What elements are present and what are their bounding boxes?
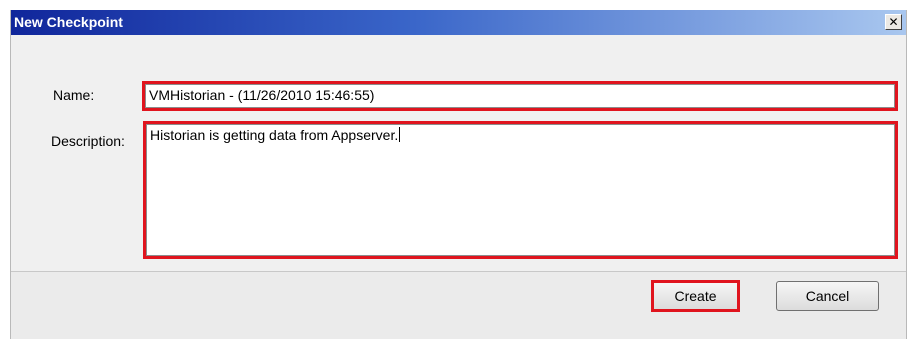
button-footer	[11, 272, 906, 339]
cancel-button[interactable]: Cancel	[776, 281, 879, 311]
name-input-text[interactable]: VMHistorian - (11/26/2010 15:46:55)	[145, 84, 895, 108]
window-title: New Checkpoint	[14, 14, 123, 30]
name-input[interactable]: VMHistorian - (11/26/2010 15:46:55)	[142, 81, 898, 111]
text-caret	[399, 127, 401, 142]
description-textarea[interactable]: Historian is getting data from Appserver…	[143, 121, 898, 259]
create-button[interactable]: Create	[651, 280, 740, 312]
description-textarea-content[interactable]: Historian is getting data from Appserver…	[146, 124, 895, 256]
close-icon: ✕	[888, 15, 899, 29]
name-label: Name:	[53, 87, 95, 103]
close-button[interactable]: ✕	[885, 14, 902, 30]
title-bar[interactable]: New Checkpoint ✕	[11, 10, 906, 35]
description-label: Description:	[51, 133, 125, 149]
new-checkpoint-dialog: New Checkpoint ✕ Name: VMHistorian - (11…	[10, 10, 907, 339]
description-text: Historian is getting data from Appserver…	[150, 127, 399, 143]
